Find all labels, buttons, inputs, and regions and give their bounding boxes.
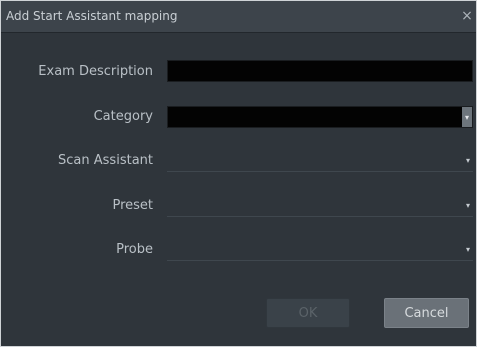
dialog-titlebar: Add Start Assistant mapping × [1,1,476,33]
ok-button[interactable]: OK [266,298,350,328]
chevron-down-icon: ▾ [465,245,470,254]
probe-label: Probe [116,242,153,257]
chevron-down-icon: ▾ [465,201,470,210]
add-start-assistant-mapping-dialog: Add Start Assistant mapping × Exam Descr… [0,0,477,347]
close-icon[interactable]: × [460,8,474,24]
preset-label: Preset [112,198,153,213]
dialog-title: Add Start Assistant mapping [6,9,178,23]
probe-dropdown[interactable]: ▾ [167,239,473,261]
scan-assistant-label: Scan Assistant [58,153,153,168]
category-dropdown[interactable]: ▾ [167,106,473,128]
exam-description-input[interactable] [167,60,473,82]
exam-description-label: Exam Description [38,64,153,79]
chevron-down-icon: ▾ [462,107,472,127]
scan-assistant-dropdown[interactable]: ▾ [167,150,473,172]
preset-dropdown[interactable]: ▾ [167,195,473,217]
chevron-down-icon: ▾ [465,156,470,165]
cancel-button[interactable]: Cancel [384,298,469,328]
category-label: Category [93,109,153,124]
